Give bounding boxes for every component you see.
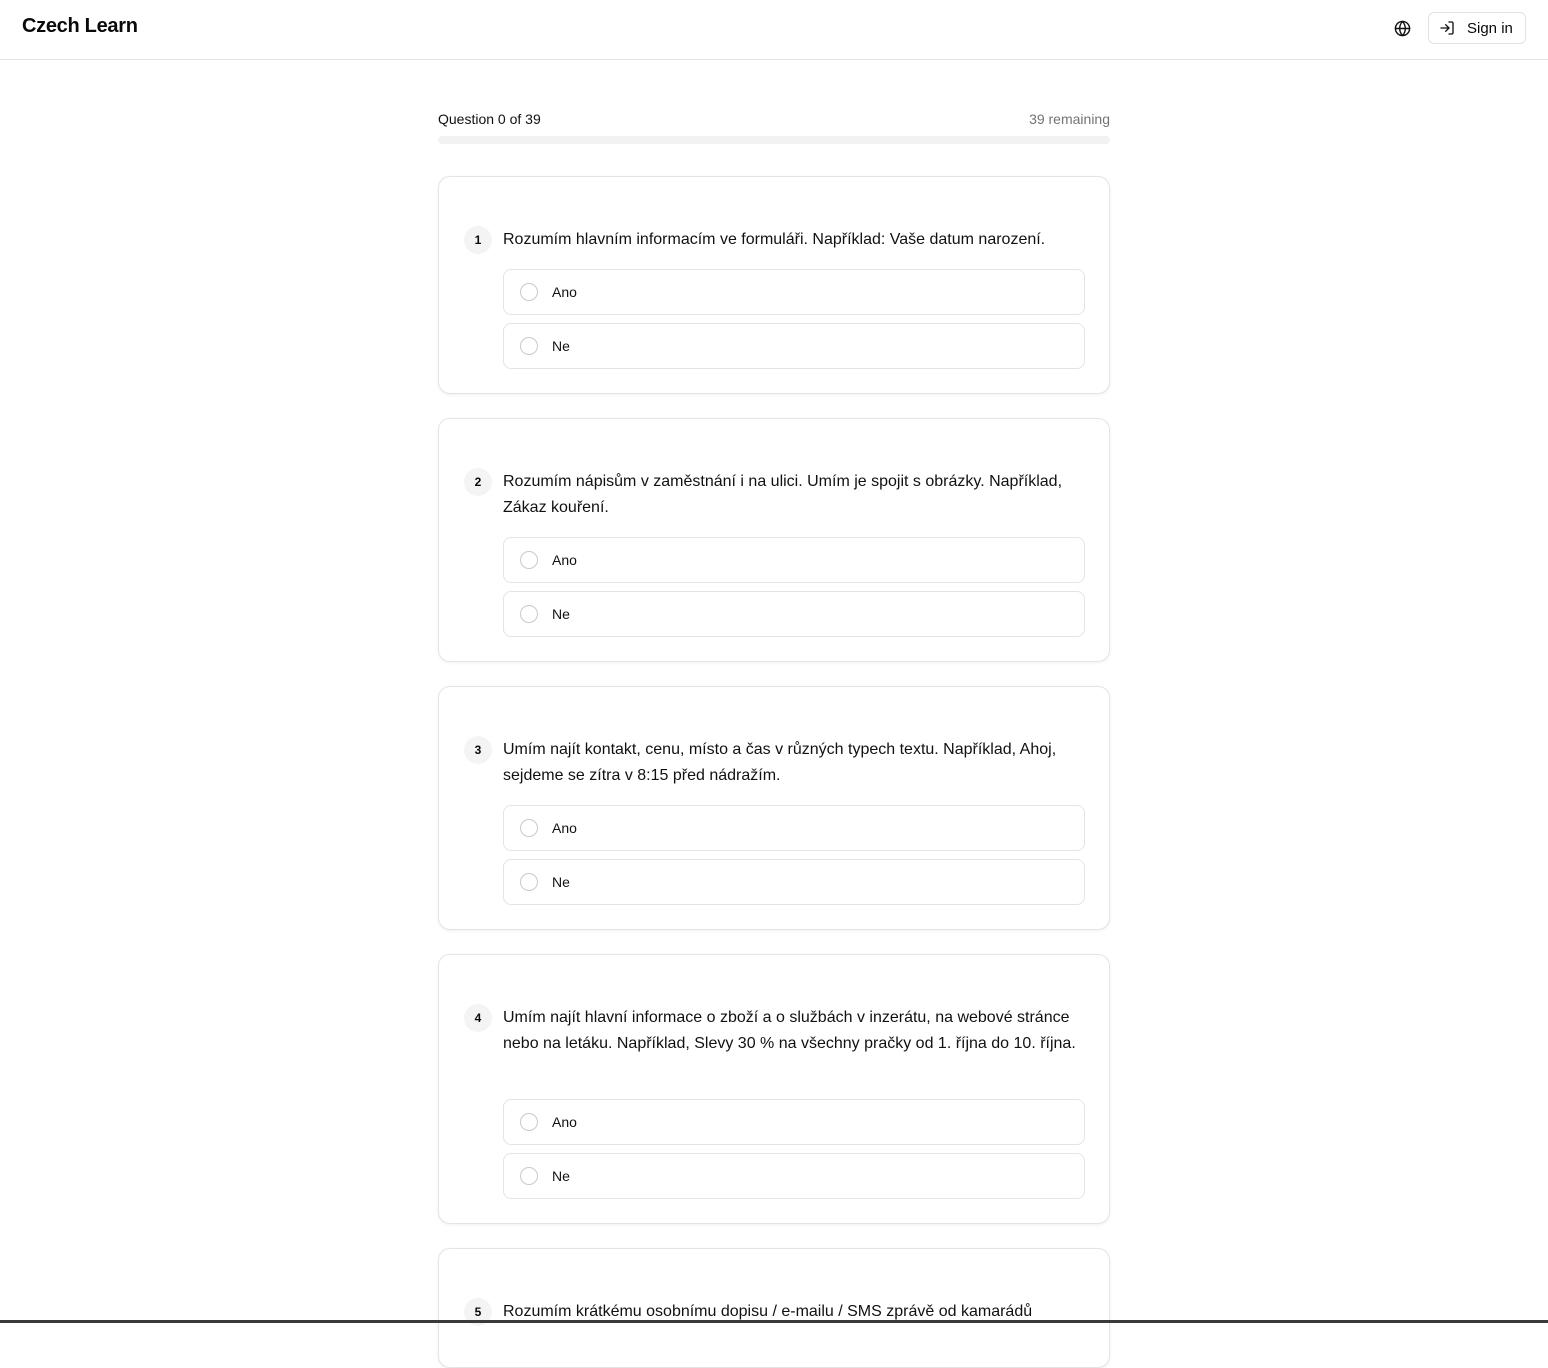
answer-option-ano[interactable]: Ano — [503, 805, 1085, 851]
radio-button[interactable] — [520, 1167, 538, 1185]
question-text: Umím najít hlavní informace o zboží a o … — [503, 1009, 1076, 1052]
answer-option-ano[interactable]: Ano — [503, 537, 1085, 583]
remaining-count: 39 remaining — [1029, 111, 1110, 127]
question-text: Rozumím nápisům v zaměstnání i na ulici.… — [503, 473, 1063, 516]
answer-option-ne[interactable]: Ne — [503, 1153, 1085, 1199]
radio-button[interactable] — [520, 873, 538, 891]
option-label: Ano — [552, 820, 577, 836]
question-card: 2 Rozumím nápisům v zaměstnání i na ulic… — [438, 418, 1110, 662]
answer-option-ne[interactable]: Ne — [503, 859, 1085, 905]
question-card: 4 Umím najít hlavní informace o zboží a … — [438, 954, 1110, 1224]
question-number: 3 — [464, 736, 492, 764]
option-label: Ano — [552, 1114, 577, 1130]
option-label: Ne — [552, 1168, 570, 1184]
answer-option-ne[interactable]: Ne — [503, 591, 1085, 637]
sign-in-icon — [1440, 21, 1454, 35]
radio-button[interactable] — [520, 1113, 538, 1131]
radio-button[interactable] — [520, 337, 538, 355]
top-bar: Czech Learn Sign in — [0, 0, 1548, 60]
answer-option-ano[interactable]: Ano — [503, 269, 1085, 315]
radio-button[interactable] — [520, 551, 538, 569]
progress-section: Question 0 of 39 39 remaining — [438, 108, 1110, 144]
question-number: 2 — [464, 468, 492, 496]
sign-in-label: Sign in — [1467, 19, 1513, 37]
language-button[interactable] — [1390, 16, 1414, 40]
question-card: 5 Rozumím krátkému osobnímu dopisu / e-m… — [438, 1248, 1110, 1368]
question-counter: Question 0 of 39 — [438, 111, 541, 127]
question-text: Rozumím hlavním informacím ve formuláři.… — [503, 231, 1046, 248]
brand-logo[interactable]: Czech Learn — [22, 15, 138, 38]
option-label: Ano — [552, 552, 577, 568]
option-label: Ano — [552, 284, 577, 300]
option-label: Ne — [552, 338, 570, 354]
question-number: 4 — [464, 1004, 492, 1032]
radio-button[interactable] — [520, 283, 538, 301]
globe-icon — [1394, 20, 1410, 36]
option-label: Ne — [552, 874, 570, 890]
progress-bar — [438, 136, 1110, 144]
question-text: Umím najít kontakt, cenu, místo a čas v … — [503, 741, 1057, 784]
answer-option-ne[interactable]: Ne — [503, 323, 1085, 369]
radio-button[interactable] — [520, 819, 538, 837]
sign-in-button[interactable]: Sign in — [1428, 12, 1526, 44]
radio-button[interactable] — [520, 605, 538, 623]
question-card: 3 Umím najít kontakt, cenu, místo a čas … — [438, 686, 1110, 930]
question-card: 1 Rozumím hlavním informacím ve formulář… — [438, 176, 1110, 394]
answer-option-ano[interactable]: Ano — [503, 1099, 1085, 1145]
question-number: 1 — [464, 226, 492, 254]
option-label: Ne — [552, 606, 570, 622]
